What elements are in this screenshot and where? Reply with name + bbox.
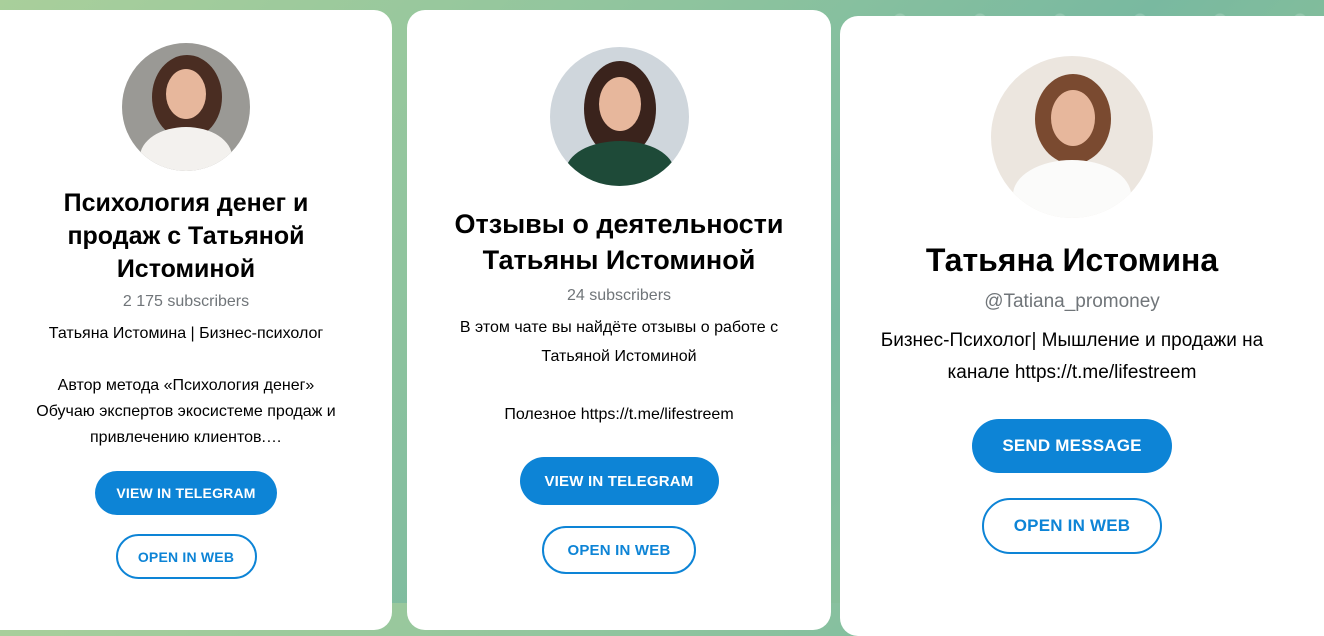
- channel-description: В этом чате вы найдёте отзывы о работе с…: [459, 319, 779, 423]
- send-message-button[interactable]: SEND MESSAGE: [972, 419, 1172, 473]
- user-avatar: [991, 56, 1153, 218]
- open-in-web-button[interactable]: OPEN IN WEB: [982, 498, 1162, 554]
- user-card-profile: Татьяна Истомина @Tatiana_promoney Бизне…: [840, 16, 1324, 636]
- view-in-telegram-button[interactable]: VIEW IN TELEGRAM: [519, 457, 719, 505]
- username: @Tatiana_promoney: [984, 291, 1160, 312]
- channel-title: Отзывы о деятельности Татьяны Истоминой: [454, 209, 784, 275]
- channel-title: Психология денег и продаж с Татьяной Ист…: [63, 189, 309, 283]
- user-name: Татьяна Истомина: [925, 242, 1219, 278]
- channel-avatar: [122, 43, 250, 171]
- open-in-web-button[interactable]: OPEN IN WEB: [115, 534, 257, 579]
- channel-description: Татьяна Истомина | Бизнес-психолог Автор…: [36, 325, 336, 446]
- subscriber-count: 24 subscribers: [566, 287, 672, 304]
- channel-card-psychology: Психология денег и продаж с Татьяной Ист…: [0, 10, 392, 630]
- user-bio: Бизнес-Психолог| Мышление и продажи на к…: [880, 330, 1264, 383]
- channel-card-reviews: Отзывы о деятельности Татьяны Истоминой …: [407, 10, 831, 630]
- channel-avatar: [549, 47, 689, 186]
- open-in-web-button[interactable]: OPEN IN WEB: [542, 526, 696, 574]
- subscriber-count: 2 175 subscribers: [122, 293, 250, 310]
- view-in-telegram-button[interactable]: VIEW IN TELEGRAM: [95, 471, 277, 515]
